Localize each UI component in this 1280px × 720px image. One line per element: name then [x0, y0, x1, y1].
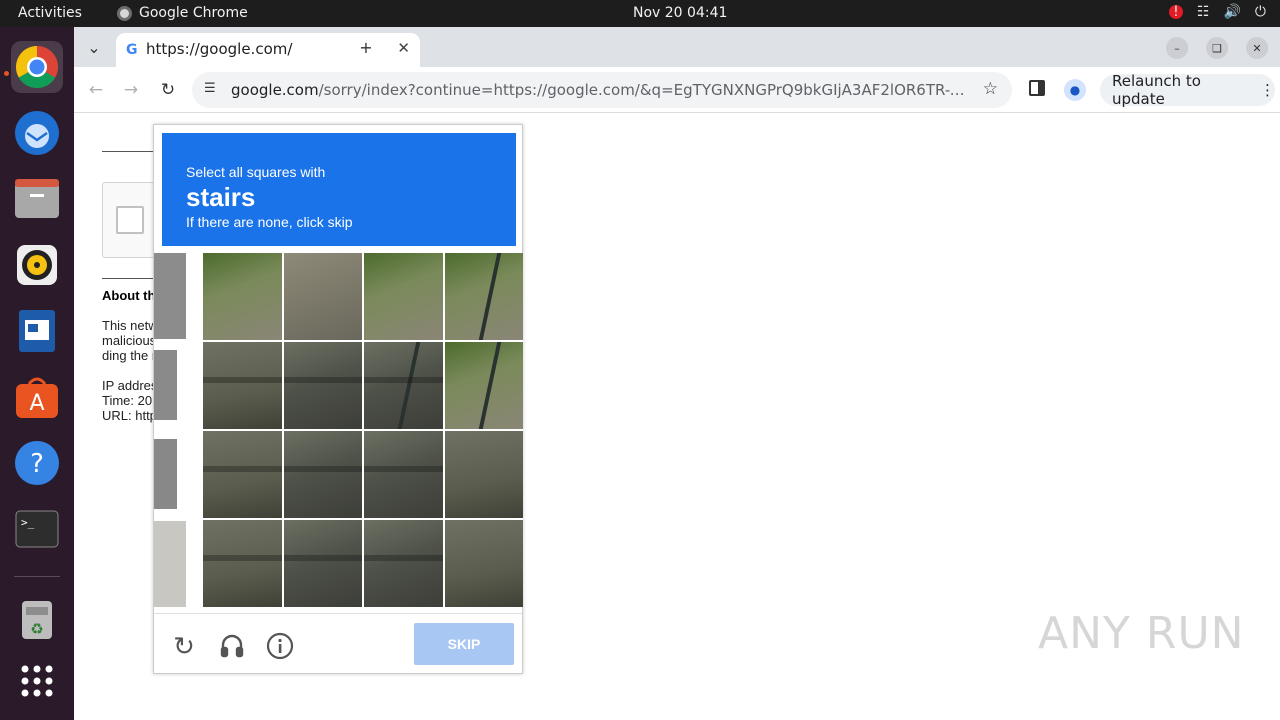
- trash-icon[interactable]: ♻: [11, 593, 63, 645]
- tab-close-icon[interactable]: ✕: [397, 39, 410, 57]
- captcha-tile[interactable]: [203, 520, 282, 607]
- captcha-tile[interactable]: [283, 431, 362, 518]
- url-line: URL: http: [102, 408, 154, 423]
- svg-text:A: A: [29, 391, 44, 416]
- captcha-tile[interactable]: [283, 520, 362, 607]
- captcha-target: stairs: [186, 182, 256, 212]
- captcha-tile[interactable]: [444, 253, 523, 340]
- dock: A ? >_ ♻: [0, 27, 74, 720]
- captcha-tile[interactable]: [444, 342, 523, 429]
- captcha-tile[interactable]: [364, 342, 443, 429]
- info-line: ding the r: [102, 348, 154, 363]
- google-favicon-icon: G: [126, 42, 138, 58]
- tab-bar: ⌄ G https://google.com/ ✕ + – ❑ ✕: [74, 27, 1280, 67]
- back-button[interactable]: ←: [84, 78, 108, 102]
- app-name: Google Chrome: [139, 5, 248, 21]
- url-path: /sorry/index?continue=https://google.com…: [318, 81, 976, 99]
- side-panel-icon[interactable]: [1029, 80, 1045, 96]
- captcha-challenge: Select all squares with stairs If there …: [153, 124, 523, 674]
- ip-line: IP addres: [102, 378, 154, 393]
- volume-icon[interactable]: 🔊: [1223, 4, 1240, 20]
- anyrun-watermark: ANY RUN: [1038, 608, 1245, 659]
- info-line: malicious: [102, 333, 154, 348]
- chrome-mini-icon: [117, 5, 132, 21]
- about-heading: About th: [102, 288, 154, 303]
- close-window-button[interactable]: ✕: [1246, 37, 1268, 59]
- svg-text:?: ?: [30, 449, 44, 479]
- relaunch-label: Relaunch to update: [1112, 72, 1201, 108]
- captcha-tile[interactable]: [283, 253, 362, 340]
- rhythmbox-icon[interactable]: [11, 239, 63, 291]
- top-bar: Activities Google Chrome Nov 20 04:41 ! …: [0, 0, 1280, 27]
- activities-button[interactable]: Activities: [18, 5, 82, 21]
- maximize-button[interactable]: ❑: [1206, 37, 1228, 59]
- time-line: Time: 20: [102, 393, 153, 408]
- url-host: google.com: [231, 81, 319, 99]
- writer-icon[interactable]: [11, 305, 63, 357]
- audio-challenge-icon[interactable]: [217, 631, 247, 661]
- info-line: This netw: [102, 318, 154, 333]
- info-icon[interactable]: [265, 631, 295, 661]
- app-menu[interactable]: Google Chrome: [117, 5, 248, 21]
- captcha-tile[interactable]: [444, 431, 523, 518]
- alert-icon[interactable]: !: [1168, 5, 1183, 19]
- power-icon[interactable]: ⏻: [1255, 4, 1266, 20]
- svg-text:♻: ♻: [30, 620, 43, 638]
- request-details: IP addres Time: 20 URL: http: [102, 378, 154, 423]
- captcha-tile[interactable]: [283, 342, 362, 429]
- captcha-tile[interactable]: [203, 253, 282, 340]
- tab-title: https://google.com/: [146, 40, 293, 58]
- recaptcha-checkbox[interactable]: [116, 206, 144, 234]
- app-grid-icon[interactable]: [11, 655, 63, 707]
- new-tab-button[interactable]: +: [354, 35, 378, 59]
- address-bar[interactable]: ☰ google.com/sorry/index?continue=https:…: [192, 72, 1012, 108]
- clock[interactable]: Nov 20 04:41: [633, 5, 727, 21]
- system-tray[interactable]: ! ☷ 🔊 ⏻: [1168, 4, 1266, 20]
- app-center-icon[interactable]: A: [11, 371, 63, 423]
- site-info-icon[interactable]: ☰: [204, 81, 216, 96]
- reload-button[interactable]: ↻: [156, 78, 180, 102]
- captcha-tile[interactable]: [444, 520, 523, 607]
- profile-icon[interactable]: ●: [1064, 79, 1086, 101]
- more-menu-icon[interactable]: ⋮: [1260, 81, 1275, 99]
- files-icon[interactable]: [11, 173, 63, 225]
- browser-toolbar: ← → ↻ ☰ google.com/sorry/index?continue=…: [74, 67, 1280, 113]
- captcha-tile[interactable]: [364, 431, 443, 518]
- captcha-image-grid: [203, 253, 523, 607]
- network-icon[interactable]: ☷: [1197, 4, 1210, 20]
- chrome-icon[interactable]: [11, 41, 63, 93]
- skip-button[interactable]: SKIP: [414, 623, 514, 665]
- previous-image-strip: [154, 253, 186, 607]
- captcha-tile[interactable]: [364, 253, 443, 340]
- running-indicator: [4, 71, 9, 76]
- forward-button[interactable]: →: [119, 78, 143, 102]
- terminal-icon[interactable]: >_: [11, 503, 63, 555]
- svg-text:>_: >_: [21, 516, 35, 529]
- captcha-header: Select all squares with stairs If there …: [162, 133, 516, 246]
- captcha-footer-divider: [154, 613, 522, 614]
- captcha-hint: If there are none, click skip: [186, 214, 353, 230]
- bookmark-star-icon[interactable]: ☆: [983, 79, 998, 99]
- relaunch-button[interactable]: Relaunch to update ⋮: [1100, 72, 1275, 108]
- minimize-button[interactable]: –: [1166, 37, 1188, 59]
- captcha-instruction: Select all squares with: [186, 164, 326, 180]
- tab-search-button[interactable]: ⌄: [82, 35, 106, 59]
- help-icon[interactable]: ?: [11, 437, 63, 489]
- thunderbird-icon[interactable]: [11, 107, 63, 159]
- url-text[interactable]: google.com/sorry/index?continue=https://…: [231, 81, 976, 99]
- captcha-tile[interactable]: [203, 342, 282, 429]
- captcha-tile[interactable]: [364, 520, 443, 607]
- captcha-tile[interactable]: [203, 431, 282, 518]
- info-paragraph: This netw malicious ding the r: [102, 318, 154, 363]
- dock-separator: [14, 576, 60, 577]
- reload-challenge-icon[interactable]: ↻: [169, 631, 199, 661]
